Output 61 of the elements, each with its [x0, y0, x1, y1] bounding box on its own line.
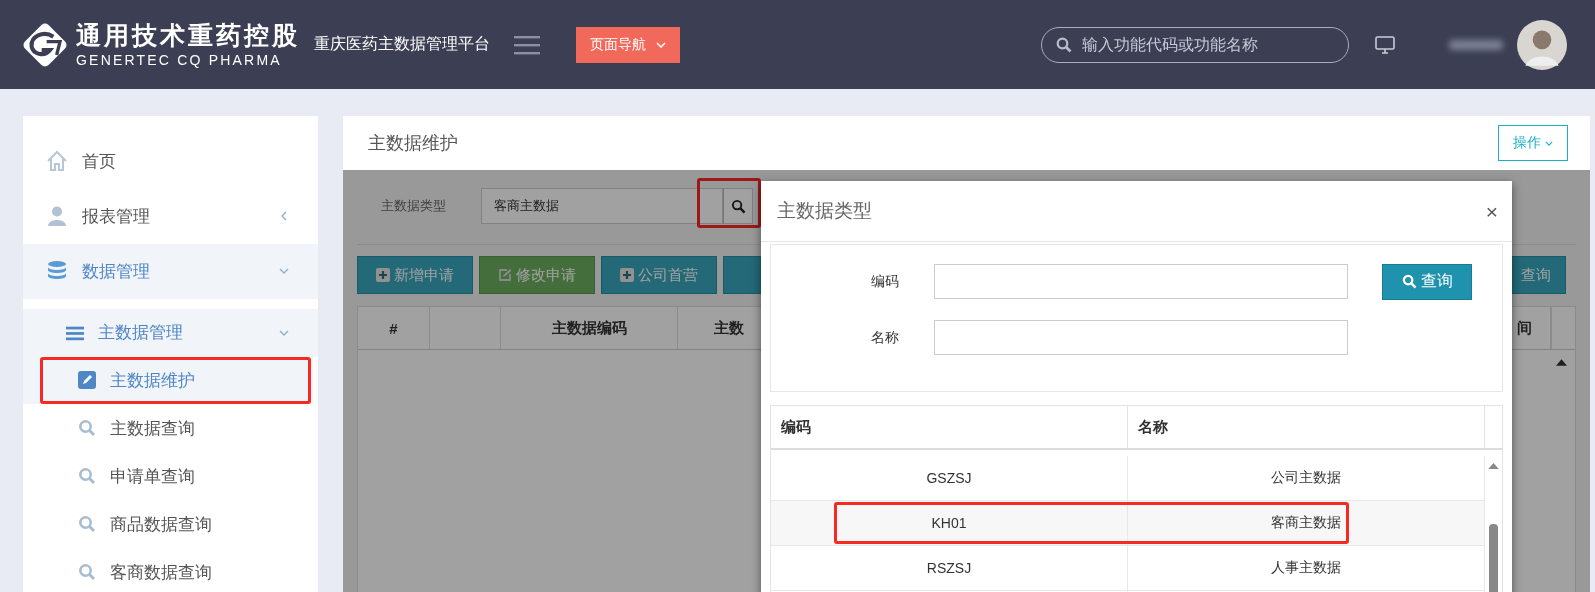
sidebar-item[interactable]: 商品数据查询	[23, 500, 313, 549]
sidebar-item[interactable]: 客商数据查询	[23, 548, 313, 592]
search-icon	[78, 515, 96, 534]
table-cell: RSZSJ	[926, 560, 972, 576]
monitor-icon[interactable]	[1375, 35, 1395, 54]
plus-icon	[620, 268, 634, 282]
field-label: 名称	[870, 328, 900, 347]
scroll-up-icon[interactable]	[1556, 358, 1567, 366]
highlight-box	[697, 178, 761, 228]
table-row[interactable]: KH01 客商主数据	[771, 501, 1485, 546]
plus-icon	[376, 268, 390, 282]
column-header: 间	[1517, 318, 1532, 338]
column-header: #	[389, 319, 398, 337]
table-cell: 公司主数据	[1271, 469, 1341, 487]
caret-icon	[1545, 140, 1553, 146]
page-title: 主数据维护	[368, 132, 459, 155]
dialog-title: 主数据类型	[777, 199, 873, 223]
search-icon	[78, 563, 96, 581]
search-button[interactable]: 查询	[1382, 263, 1472, 300]
search-icon	[1401, 274, 1417, 289]
avatar[interactable]	[1517, 19, 1567, 70]
sidebar-item[interactable]: 数据管理	[23, 243, 318, 299]
column-header: 主数	[714, 318, 744, 338]
sidebar-item[interactable]: 申请单查询	[23, 452, 313, 501]
sidebar-item[interactable]: 首页	[23, 134, 318, 189]
edit-icon	[78, 371, 96, 390]
scrollbar-thumb[interactable]	[1489, 524, 1498, 592]
sidebar-item[interactable]: 主数据管理	[23, 308, 318, 357]
sidebar-item[interactable]: 报表管理	[23, 188, 318, 244]
type-field[interactable]: 客商主数据	[481, 188, 723, 224]
home-icon	[46, 150, 68, 173]
blurred-username	[1449, 39, 1503, 50]
caret-icon	[656, 41, 666, 48]
table-row[interactable]: RSZSJ 人事主数据	[771, 546, 1485, 591]
table-cell: 客商主数据	[1271, 514, 1341, 532]
sidebar-item[interactable]: 主数据查询	[23, 404, 313, 453]
logo-title: 通用技术重药控股	[76, 19, 300, 50]
edit-icon	[498, 268, 512, 282]
user-icon	[46, 205, 68, 228]
search-icon	[78, 419, 96, 438]
table-cell: KH01	[931, 515, 967, 531]
platform-title: 重庆医药主数据管理平台	[314, 34, 490, 54]
search-icon	[1056, 36, 1072, 53]
lookup-button[interactable]	[723, 188, 753, 224]
input-field[interactable]	[934, 264, 1348, 299]
search-icon	[78, 467, 96, 486]
field-label: 编码	[870, 272, 900, 291]
column-header: 主数据编码	[551, 318, 627, 338]
logo-subtitle: GENERTEC CQ PHARMA	[76, 50, 283, 70]
table-cell: GSZSJ	[926, 470, 972, 486]
sidebar-item[interactable]: 主数据维护	[23, 356, 313, 405]
search-field[interactable]: 输入功能代码或功能名称	[1041, 26, 1349, 63]
menu-icon[interactable]	[514, 34, 540, 55]
close-button[interactable]: ×	[1485, 200, 1498, 222]
column-header: 名称	[1138, 417, 1168, 437]
column-header: 编码	[781, 417, 811, 437]
input-field[interactable]	[934, 320, 1348, 355]
search-icon	[730, 198, 746, 214]
table-cell: 人事主数据	[1271, 559, 1341, 577]
scroll-up-icon[interactable]	[1488, 462, 1499, 469]
filter-label: 主数据类型	[380, 197, 447, 215]
